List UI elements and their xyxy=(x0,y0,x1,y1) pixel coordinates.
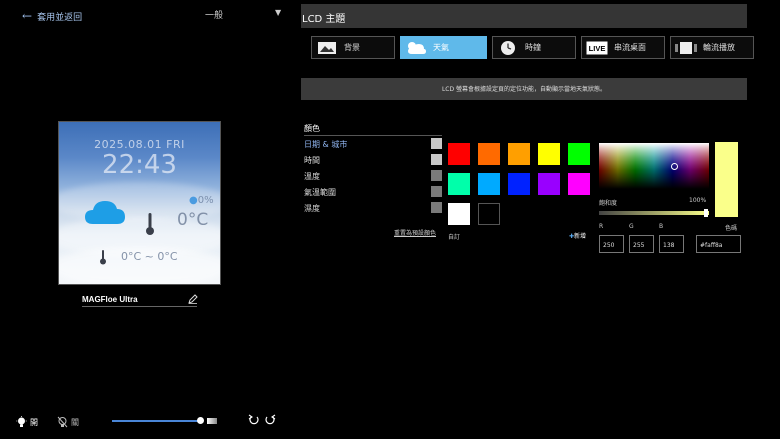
add-color-button[interactable]: ✚新增 xyxy=(569,231,586,240)
preview-temperature: 0°C xyxy=(177,210,209,230)
page-title: LCD 主題 xyxy=(302,14,346,25)
tab-slideshow[interactable]: 輪流播放 xyxy=(670,36,754,59)
color-swatch-humidity[interactable] xyxy=(431,202,442,213)
tab-stream-desktop[interactable]: LIVE 串流桌面 xyxy=(581,36,665,59)
preview-temperature-range: 0°C ~ 0°C xyxy=(121,250,178,263)
lightbulb-icon xyxy=(16,416,27,427)
saturation-label: 飽和度 xyxy=(599,200,618,207)
device-name-underline xyxy=(82,306,197,307)
device-name: MAGFloe Ultra xyxy=(82,295,138,304)
light-on-label: 開 xyxy=(30,417,38,427)
thermometer-icon xyxy=(146,213,154,235)
svg-text:LIVE: LIVE xyxy=(589,44,606,53)
divider xyxy=(304,135,442,136)
preview-humidity: ●0% xyxy=(189,195,214,206)
g-label: G xyxy=(629,223,634,230)
palette-swatch-amber[interactable] xyxy=(508,143,530,165)
palette-swatch-teal[interactable] xyxy=(448,173,470,195)
brightness-slider-track[interactable] xyxy=(112,420,200,422)
title-bar xyxy=(301,4,747,28)
reset-default-colors-link[interactable]: 重置為預設顏色 xyxy=(394,228,436,237)
light-off-toggle[interactable]: 關 xyxy=(57,416,79,428)
light-off-label: 關 xyxy=(71,417,79,427)
tab-weather[interactable]: 天氣 xyxy=(400,36,487,59)
tab-clock[interactable]: 時鐘 xyxy=(492,36,576,59)
palette-swatch-blue[interactable] xyxy=(508,173,530,195)
color-spectrum[interactable] xyxy=(599,143,709,189)
lightbulb-off-icon xyxy=(57,416,68,428)
hex-input[interactable]: #faff8a xyxy=(696,235,741,253)
tab-label: 背景 xyxy=(344,43,360,52)
palette-swatch-magenta[interactable] xyxy=(568,173,590,195)
rotate-left-icon[interactable] xyxy=(248,414,260,426)
color-item-temperature-range[interactable]: 氣溫範圍 xyxy=(304,187,336,198)
palette-swatch-white[interactable] xyxy=(448,203,470,225)
palette-swatch-sky[interactable] xyxy=(478,173,500,195)
edit-icon[interactable] xyxy=(188,294,198,304)
spectrum-pointer[interactable] xyxy=(671,163,678,170)
slideshow-icon xyxy=(675,40,697,55)
image-icon xyxy=(316,40,338,55)
tab-label: 串流桌面 xyxy=(614,43,646,52)
color-swatch-time[interactable] xyxy=(431,154,442,165)
lcd-preview: 2025.08.01 FRI 22:43 ●0% 0°C 0°C ~ 0°C xyxy=(58,121,221,285)
color-item-date-city[interactable]: 日期 & 城市 xyxy=(304,139,347,150)
cloud-icon xyxy=(85,201,125,224)
palette-swatch-red[interactable] xyxy=(448,143,470,165)
rotate-right-icon[interactable] xyxy=(264,414,276,426)
add-label: 新增 xyxy=(574,233,587,240)
apply-and-return-label: 套用並返回 xyxy=(37,12,83,23)
color-swatch-date-city[interactable] xyxy=(431,138,442,149)
g-input[interactable]: 255 xyxy=(629,235,654,253)
custom-colors-label: 自訂 xyxy=(448,234,461,241)
palette-swatch-black[interactable] xyxy=(478,203,500,225)
weather-icon xyxy=(405,40,427,55)
preview-time: 22:43 xyxy=(102,150,177,180)
tab-label: 天氣 xyxy=(433,43,449,52)
color-section-header: 顏色 xyxy=(304,124,320,133)
tab-label: 輪流播放 xyxy=(703,43,735,52)
info-message: LCD 螢幕會根據設定頁的定位功能，自動顯示當地天氣狀態。 xyxy=(441,86,607,93)
palette-swatch-orange[interactable] xyxy=(478,143,500,165)
palette-swatch-yellow[interactable] xyxy=(538,143,560,165)
color-preview-swatch xyxy=(715,142,738,217)
color-swatch-temperature[interactable] xyxy=(431,170,442,181)
back-arrow-icon: ← xyxy=(22,9,33,23)
b-label: B xyxy=(659,223,664,230)
tab-background[interactable]: 背景 xyxy=(311,36,395,59)
saturation-slider-handle[interactable] xyxy=(704,209,708,217)
saturation-slider[interactable] xyxy=(599,211,709,215)
r-label: R xyxy=(599,223,604,230)
mode-select[interactable]: 一般 xyxy=(205,8,223,21)
tab-label: 時鐘 xyxy=(525,43,541,52)
b-input[interactable]: 138 xyxy=(659,235,684,253)
color-item-humidity[interactable]: 濕度 xyxy=(304,203,320,214)
humidity-icon: ● xyxy=(189,195,198,206)
color-item-time[interactable]: 時間 xyxy=(304,155,320,166)
palette-swatch-purple[interactable] xyxy=(538,173,560,195)
thermometer-small-icon xyxy=(100,250,106,265)
light-on-toggle[interactable]: 開 xyxy=(16,416,38,428)
saturation-value: 100% xyxy=(689,197,707,204)
brightness-gradient-icon xyxy=(207,418,217,424)
color-item-temperature[interactable]: 溫度 xyxy=(304,171,320,182)
color-code-label: 色碼 xyxy=(725,225,738,232)
color-swatch-temperature-range[interactable] xyxy=(431,186,442,197)
palette-swatch-green[interactable] xyxy=(568,143,590,165)
r-input[interactable]: 250 xyxy=(599,235,624,253)
brightness-slider-handle[interactable] xyxy=(197,417,204,424)
live-icon: LIVE xyxy=(586,40,608,55)
clock-icon xyxy=(497,40,519,55)
apply-and-return-link[interactable]: ← 套用並返回 xyxy=(22,9,82,23)
chevron-down-icon[interactable]: ▼ xyxy=(275,8,281,17)
